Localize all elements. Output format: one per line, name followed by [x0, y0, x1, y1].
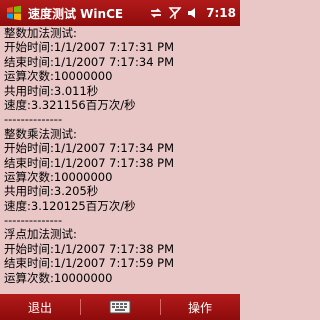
line-int-add-end: 结束时间:1/1/2007 7:17:34 PM [4, 54, 175, 69]
windows-start-icon[interactable] [0, 0, 28, 26]
line-int-add-count: 运算次数:10000000 [4, 69, 113, 84]
menu-bar: 退出 操作 [0, 294, 240, 320]
window-title: 速度测试 WinCE [28, 6, 124, 21]
separator: -------------- [4, 112, 63, 127]
keyboard-icon[interactable] [80, 300, 160, 314]
line-int-add-heading: 整数加法测试: [4, 26, 77, 40]
line-int-mul-start: 开始时间:1/1/2007 7:17:34 PM [4, 141, 175, 156]
line-int-mul-speed: 速度:3.120125百万次/秒 [4, 198, 136, 213]
line-int-add-speed: 速度:3.321156百万次/秒 [4, 97, 136, 112]
title-bar: 速度测试 WinCE 7:18 [0, 0, 240, 26]
line-int-mul-count: 运算次数:10000000 [4, 169, 113, 184]
action-softkey[interactable]: 操作 [160, 299, 240, 316]
line-int-add-start: 开始时间:1/1/2007 7:17:31 PM [4, 40, 175, 55]
line-float-add-heading: 浮点加法测试: [4, 227, 77, 242]
line-int-add-duration: 共用时间:3.011秒 [4, 83, 99, 98]
sync-icon[interactable] [149, 6, 163, 20]
menu-divider [80, 299, 81, 315]
speaker-icon[interactable] [187, 6, 199, 20]
clock[interactable]: 7:18 [206, 6, 236, 20]
line-float-add-count: 运算次数:10000000 [4, 270, 113, 285]
line-int-mul-duration: 共用时间:3.205秒 [4, 184, 99, 199]
results-area: 整数加法测试: 开始时间:1/1/2007 7:17:31 PM 结束时间:1/… [0, 26, 240, 294]
menu-divider [160, 299, 161, 315]
antenna-icon[interactable] [168, 6, 182, 20]
line-int-mul-end: 结束时间:1/1/2007 7:17:38 PM [4, 155, 175, 170]
line-float-add-start: 开始时间:1/1/2007 7:17:38 PM [4, 241, 175, 256]
line-float-add-end: 结束时间:1/1/2007 7:17:59 PM [4, 256, 175, 271]
line-int-mul-heading: 整数乘法测试: [4, 126, 77, 141]
separator: -------------- [4, 213, 63, 228]
exit-softkey[interactable]: 退出 [0, 299, 80, 316]
